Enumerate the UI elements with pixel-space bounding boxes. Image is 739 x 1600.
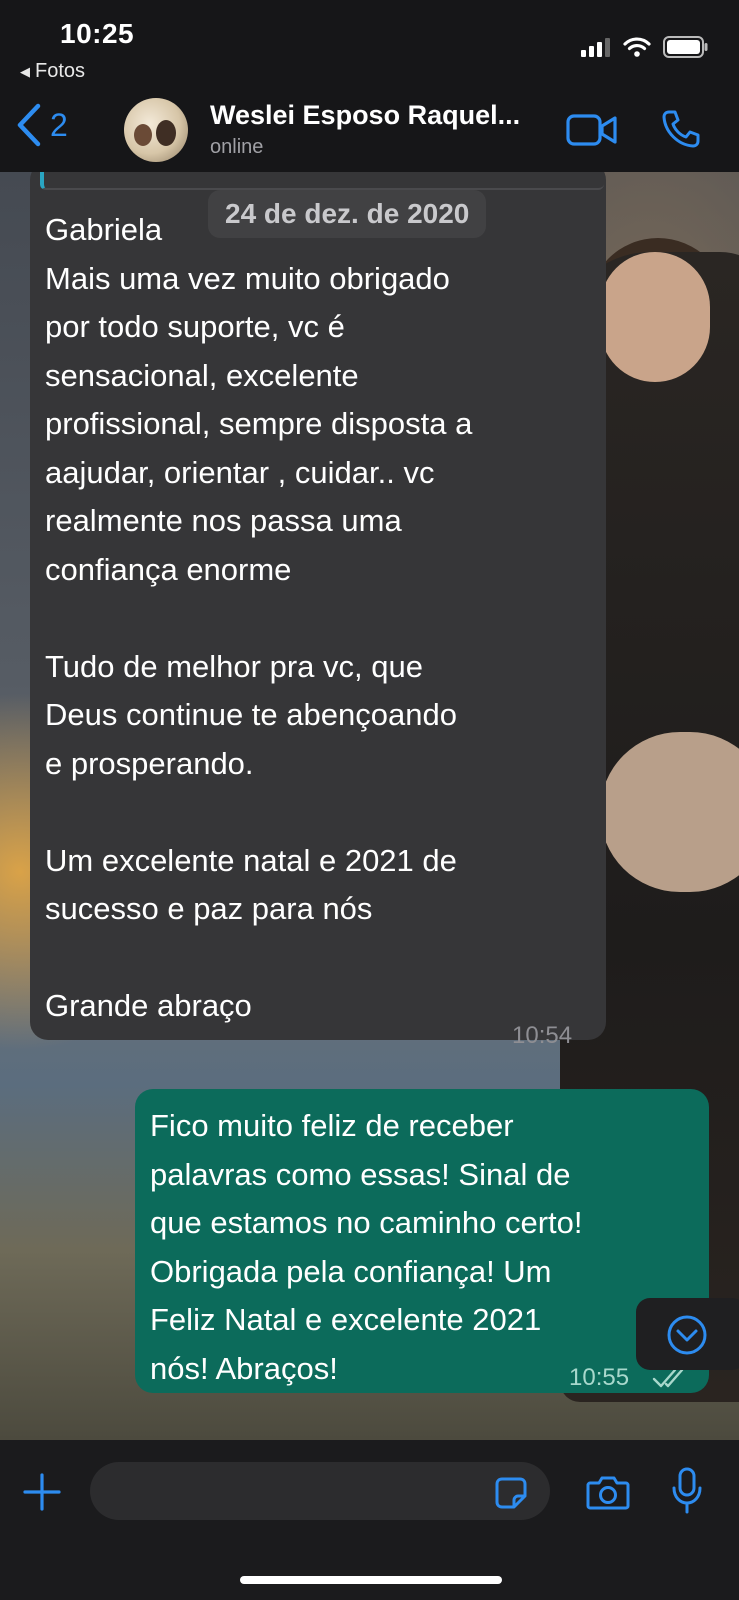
- date-separator: 24 de dez. de 2020: [208, 190, 487, 238]
- unread-count: 2: [50, 106, 68, 143]
- sticker-button[interactable]: [494, 1476, 528, 1515]
- phone-icon: [662, 110, 700, 148]
- message-input-bar: [0, 1440, 739, 1600]
- chat-header: 2 Weslei Esposo Raquel... online: [0, 90, 739, 172]
- video-call-icon: [566, 114, 617, 146]
- sticker-icon: [495, 1477, 527, 1509]
- quoted-message-edge[interactable]: [40, 172, 604, 190]
- plus-icon: [23, 1473, 61, 1511]
- voice-call-button[interactable]: [660, 108, 702, 155]
- wallpaper-shape: [600, 252, 710, 382]
- incoming-message-time: 10:54: [512, 1022, 573, 1049]
- outgoing-message-time: 10:55: [569, 1364, 630, 1391]
- microphone-button[interactable]: [670, 1466, 704, 1521]
- wifi-icon: [623, 37, 651, 57]
- microphone-icon: [672, 1467, 702, 1514]
- contact-name[interactable]: Weslei Esposo Raquel...: [210, 100, 520, 131]
- back-to-app-link[interactable]: ◀ Fotos: [20, 60, 85, 83]
- incoming-message-text: Gabriela Mais uma vez muito obrigado por…: [45, 212, 473, 1023]
- camera-button[interactable]: [586, 1474, 630, 1515]
- back-chevron-icon: [17, 103, 41, 147]
- scroll-to-bottom-button[interactable]: [636, 1298, 739, 1370]
- avatar-person-shape: [156, 120, 176, 146]
- attach-button[interactable]: [22, 1472, 62, 1517]
- back-triangle-icon: ◀: [20, 64, 30, 79]
- status-time: 10:25: [60, 18, 135, 49]
- chat-area[interactable]: Gabriela Mais uma vez muito obrigado por…: [0, 172, 739, 1440]
- avatar-person-shape: [134, 124, 152, 146]
- status-bar: 10:25 ◀ Fotos: [0, 0, 739, 90]
- avatar[interactable]: [124, 98, 188, 162]
- message-input[interactable]: [90, 1462, 550, 1520]
- camera-icon: [586, 1476, 630, 1510]
- back-button[interactable]: 2: [14, 102, 68, 148]
- contact-status: online: [210, 136, 264, 158]
- signal-icon: [581, 38, 610, 57]
- video-call-button[interactable]: [566, 112, 618, 153]
- battery-icon: [663, 36, 708, 58]
- chevron-down-icon: [667, 1315, 707, 1355]
- outgoing-message-text: Fico muito feliz de receber palavras com…: [150, 1108, 583, 1386]
- home-indicator[interactable]: [240, 1576, 502, 1584]
- back-app-label: Fotos: [35, 60, 86, 82]
- status-icons: [581, 36, 709, 58]
